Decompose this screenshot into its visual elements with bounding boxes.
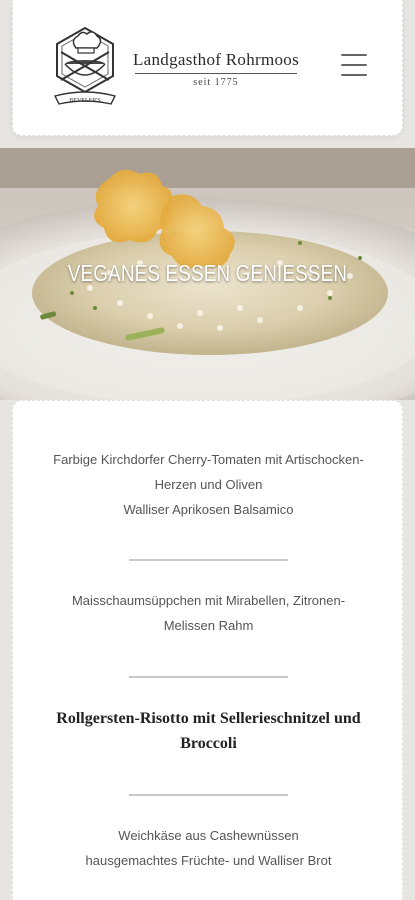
course-divider xyxy=(129,676,288,678)
course-line: Weichkäse aus Cashewnüssen xyxy=(118,828,299,843)
menu-card: Farbige Kirchdorfer Cherry-Tomaten mit A… xyxy=(12,400,403,900)
hamburger-menu-icon xyxy=(341,74,367,76)
menu-section: Farbige Kirchdorfer Cherry-Tomaten mit A… xyxy=(0,400,415,900)
hero-banner: VEGANES ESSEN GENIESSEN xyxy=(0,148,415,406)
course-divider xyxy=(129,794,288,796)
header-card: BEVELER'S Landgasthof Rohrmoos seit 1775 xyxy=(12,0,403,136)
course-line: Melissen Rahm xyxy=(163,618,254,633)
course-line: Walliser Aprikosen Balsamico xyxy=(123,502,294,517)
brand-since: seit 1775 xyxy=(193,77,239,88)
logo-emblem-icon: BEVELER'S xyxy=(53,26,117,105)
brand-lockup[interactable]: Landgasthof Rohrmoos seit 1775 xyxy=(127,50,305,88)
course-starter: Farbige Kirchdorfer Cherry-Tomaten mit A… xyxy=(13,447,404,522)
course-cheese: Weichkäse aus Cashewnüssen hausgemachtes… xyxy=(13,823,404,873)
logo-banner-text: BEVELER'S xyxy=(69,98,100,104)
course-line: Herzen und Oliven xyxy=(154,477,263,492)
logo[interactable]: BEVELER'S xyxy=(51,22,119,114)
course-soup: Maisschaumsüppchen mit Mirabellen, Zitro… xyxy=(13,588,404,638)
brand-divider xyxy=(135,73,297,74)
course-line: Maisschaumsüppchen mit Mirabellen, Zitro… xyxy=(71,593,346,608)
course-main: Rollgersten-Risotto mit Sellerieschnitze… xyxy=(13,706,404,756)
course-divider xyxy=(129,559,288,561)
course-line: hausgemachtes Früchte- und Walliser Brot xyxy=(85,853,332,868)
course-line: Broccoli xyxy=(180,735,237,752)
course-line: Rollgersten-Risotto mit Sellerieschnitze… xyxy=(56,710,361,727)
hamburger-menu-icon xyxy=(341,64,367,66)
hero-title: VEGANES ESSEN GENIESSEN xyxy=(67,260,348,286)
brand-name: Landgasthof Rohrmoos xyxy=(132,50,300,69)
course-line: Farbige Kirchdorfer Cherry-Tomaten mit A… xyxy=(53,452,364,467)
menu-button[interactable] xyxy=(341,54,367,76)
hamburger-menu-icon xyxy=(341,54,367,56)
page: BEVELER'S Landgasthof Rohrmoos seit 1775 xyxy=(0,0,415,900)
header: BEVELER'S Landgasthof Rohrmoos seit 1775 xyxy=(0,0,415,148)
